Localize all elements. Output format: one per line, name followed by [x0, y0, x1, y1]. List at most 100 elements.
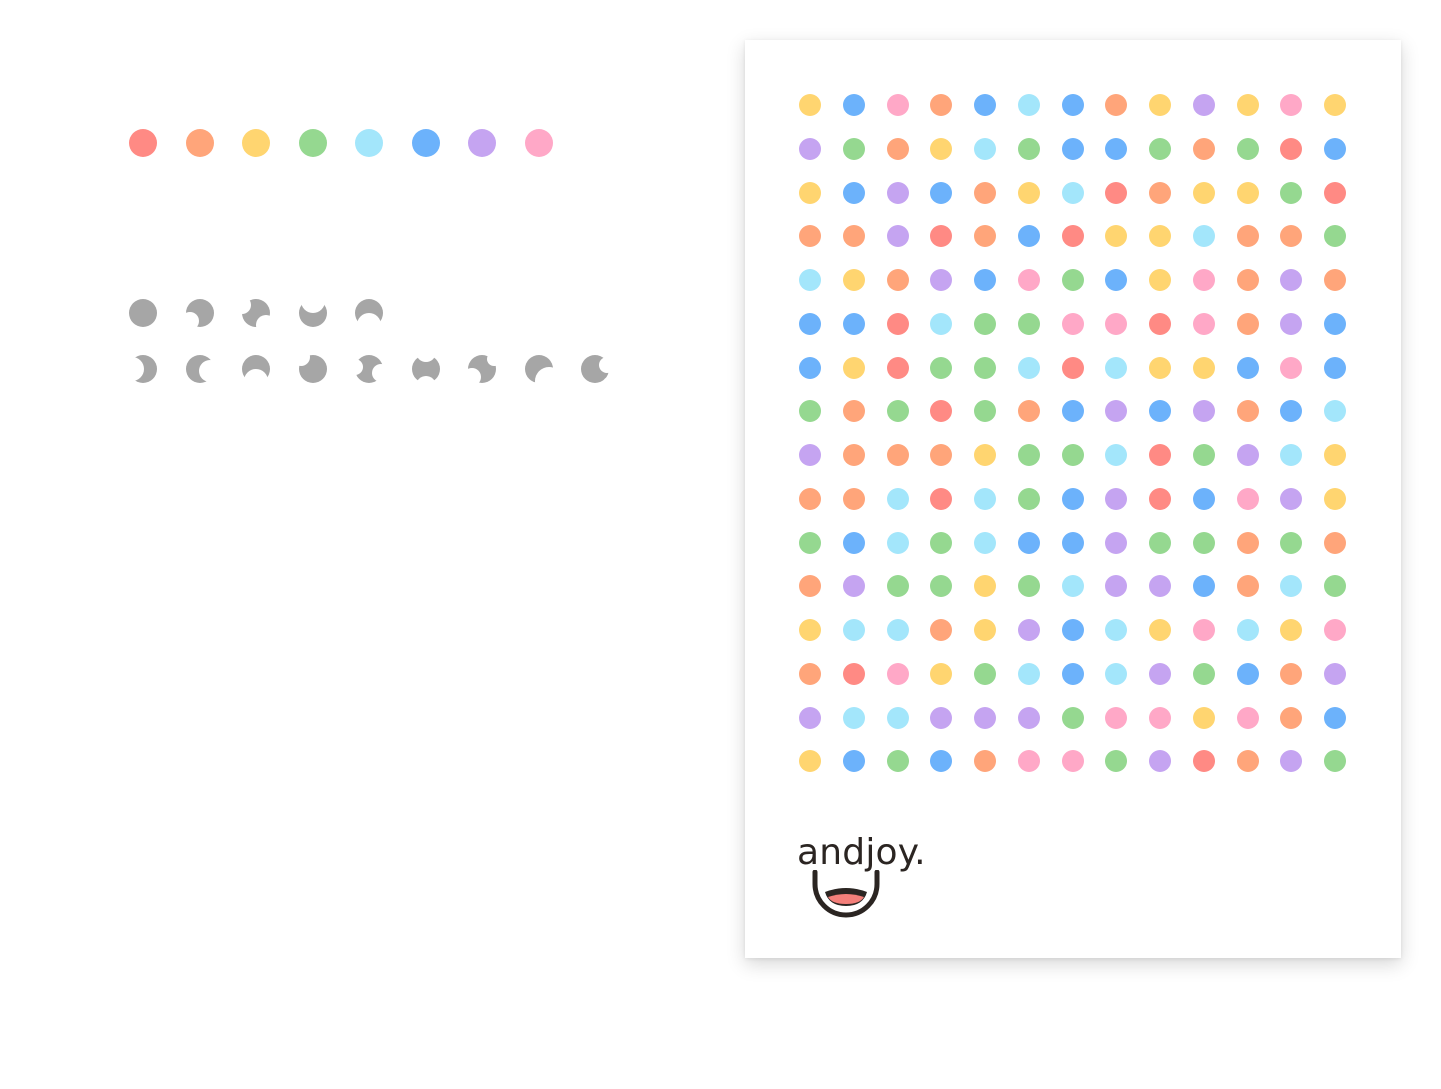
poster-dot — [1280, 575, 1303, 598]
poster-dot — [886, 312, 909, 335]
poster-dot — [886, 181, 909, 204]
poster-dot — [799, 312, 821, 335]
poster-dot — [842, 400, 865, 423]
poster-dot — [974, 181, 996, 204]
poster-dot — [799, 225, 821, 248]
poster-dot — [799, 706, 821, 729]
poster-dot — [799, 487, 821, 510]
dot-shape-bite-top-right-icon — [468, 355, 496, 383]
poster-dot — [1017, 575, 1040, 598]
poster-dot — [1280, 312, 1303, 335]
color-palette — [129, 129, 553, 157]
poster-dot — [1280, 706, 1303, 729]
dot-shape-bite-top-left-icon — [298, 355, 327, 383]
poster-dot — [1149, 94, 1171, 116]
poster-dot — [799, 94, 821, 116]
poster-dot — [930, 225, 953, 248]
poster-dot — [1192, 575, 1215, 598]
poster-dot — [930, 137, 953, 160]
poster-dot — [930, 400, 953, 423]
poster-dot — [1324, 662, 1346, 685]
poster-dot — [1017, 269, 1040, 291]
poster-dot — [1324, 269, 1346, 291]
poster-dot — [1324, 444, 1346, 466]
poster-dot — [1149, 137, 1171, 160]
poster-dot — [974, 487, 996, 510]
poster-dot — [886, 531, 909, 554]
poster-dot — [1105, 619, 1128, 641]
poster-dot — [1192, 356, 1215, 379]
poster-dot — [799, 400, 821, 423]
poster-dot — [1192, 181, 1215, 204]
poster-dot — [1149, 444, 1171, 466]
poster-dot — [1017, 619, 1040, 641]
dot-shape-bite-top-icon — [298, 299, 327, 327]
poster-dot — [1105, 312, 1128, 335]
poster-dot — [1236, 225, 1259, 248]
poster-dot — [1192, 662, 1215, 685]
poster-dot — [1280, 269, 1303, 291]
poster-dot — [1280, 225, 1303, 248]
poster-dot — [1061, 225, 1084, 248]
poster-dot — [1192, 619, 1215, 641]
dot-shape-crescent-right-icon — [129, 355, 157, 383]
poster-dot — [1149, 181, 1171, 204]
poster-dot — [799, 137, 821, 160]
poster-dot — [1017, 225, 1040, 248]
poster-dot — [1324, 181, 1346, 204]
poster-dot — [1324, 575, 1346, 598]
palette-swatch-3 — [242, 129, 270, 157]
poster-dot — [886, 750, 909, 773]
poster-dot — [1105, 706, 1128, 729]
poster-dot — [886, 662, 909, 685]
poster-dot — [930, 269, 953, 291]
poster-dot — [886, 225, 909, 248]
palette-swatch-5 — [355, 129, 383, 157]
poster-dot — [974, 312, 996, 335]
palette-swatch-8 — [524, 129, 553, 157]
poster-dot — [1280, 137, 1303, 160]
poster-dot — [1061, 269, 1084, 291]
poster-dot — [1324, 706, 1346, 729]
poster-dot — [930, 575, 953, 598]
smile-mouth-icon — [812, 870, 880, 918]
poster-dot — [842, 356, 865, 379]
poster-dot — [1105, 269, 1128, 291]
poster-dot — [1236, 662, 1259, 685]
poster-dot — [1061, 181, 1084, 204]
poster-dot — [1017, 662, 1040, 685]
poster-dot — [974, 94, 996, 116]
poster-dot — [1236, 575, 1259, 598]
dot-shape-crescent-left-icon — [185, 355, 214, 383]
poster-dot — [930, 181, 953, 204]
poster-dot — [1149, 356, 1171, 379]
poster-dot — [1105, 356, 1128, 379]
poster-dot — [1061, 619, 1084, 641]
poster-dot — [1149, 619, 1171, 641]
poster-dot — [1061, 94, 1084, 116]
poster-dot — [842, 750, 865, 773]
poster-dot — [1017, 531, 1040, 554]
poster-dot — [799, 662, 821, 685]
poster-dot — [1236, 487, 1259, 510]
poster-dot — [1105, 750, 1128, 773]
poster-dot — [1236, 181, 1259, 204]
poster-dot — [930, 531, 953, 554]
poster-dot — [1280, 444, 1303, 466]
poster-dot — [1149, 662, 1171, 685]
poster-dot — [1236, 137, 1259, 160]
poster-dot — [974, 444, 996, 466]
poster-dot — [1061, 312, 1084, 335]
poster-dot — [1236, 400, 1259, 423]
poster-dot — [1192, 400, 1215, 423]
poster-dot — [974, 531, 996, 554]
poster-dot — [1324, 531, 1346, 554]
poster-dot — [842, 269, 865, 291]
poster-dot — [974, 750, 996, 773]
poster-dot — [842, 137, 865, 160]
poster-dot — [886, 575, 909, 598]
poster-dot — [1017, 487, 1040, 510]
poster-dot — [1280, 94, 1303, 116]
poster-dot — [886, 400, 909, 423]
poster-dot — [1236, 750, 1259, 773]
